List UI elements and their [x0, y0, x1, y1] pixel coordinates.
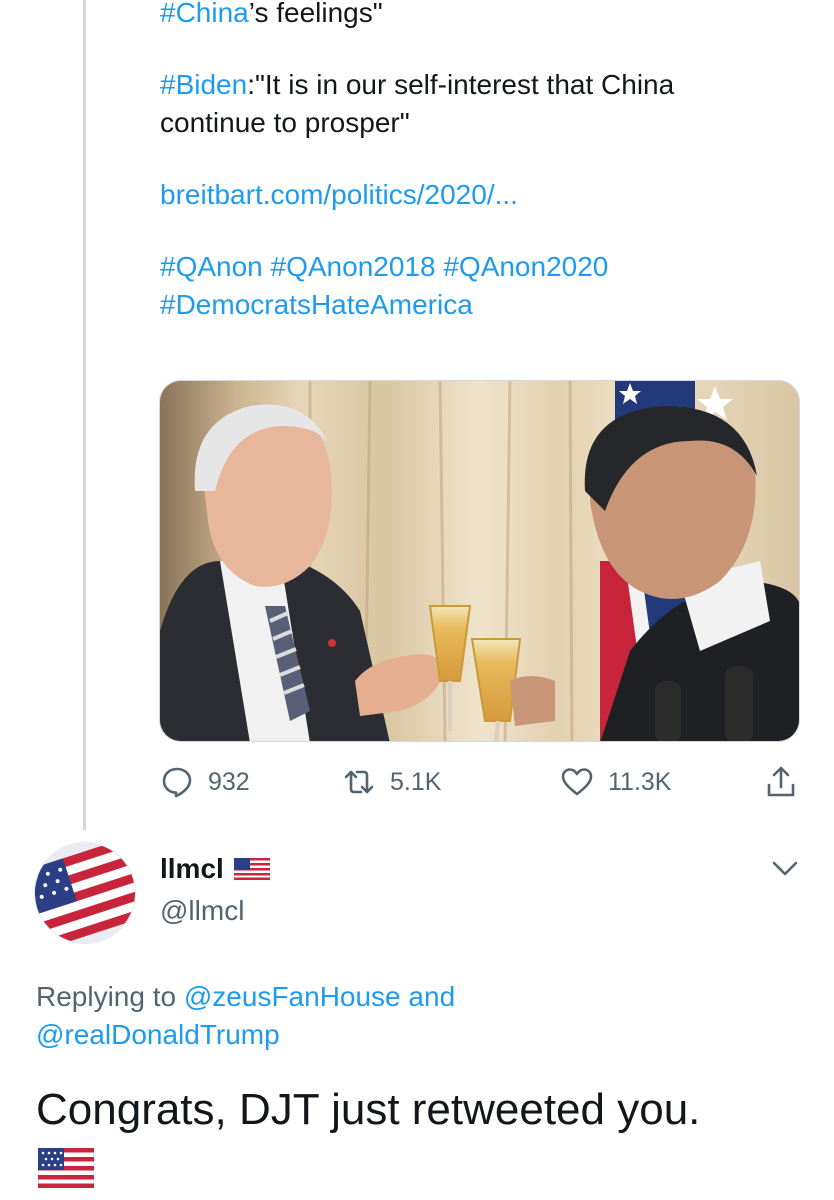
- hashtag-china[interactable]: #China: [160, 0, 249, 28]
- hashtag-biden[interactable]: #Biden: [160, 69, 247, 100]
- like-button[interactable]: 11.3K: [560, 760, 671, 804]
- replying-prefix: Replying to: [36, 981, 177, 1012]
- reply-bubble-icon: [162, 767, 192, 798]
- tweet-text-line-1: ’s feelings": [248, 0, 383, 28]
- hashtags-line-2[interactable]: #DemocratsHateAmerica: [160, 286, 810, 324]
- like-count: 11.3K: [608, 767, 672, 796]
- mention-zeusfanhouse[interactable]: @zeusFanHouse: [184, 981, 401, 1012]
- reply-count: 932: [208, 767, 250, 796]
- share-icon: [767, 766, 795, 797]
- replying-to: Replying to @zeusFanHouse and @realDonal…: [36, 978, 796, 1054]
- user-handle[interactable]: @llmcl: [160, 895, 244, 927]
- mention-realdonaldtrump[interactable]: @realDonaldTrump: [36, 1019, 280, 1050]
- chevron-down-icon[interactable]: [770, 857, 800, 879]
- tweet-text-line-3: continue to prosper": [160, 107, 410, 138]
- us-flag-emoji-icon: [38, 1148, 94, 1188]
- heart-icon: [561, 768, 593, 796]
- us-flag-icon: [233, 858, 270, 880]
- display-name: llmcl: [160, 853, 224, 884]
- share-button[interactable]: [764, 760, 798, 804]
- reply-author-name-row[interactable]: llmcl: [160, 853, 270, 885]
- retweet-icon: [344, 770, 374, 794]
- reply-button[interactable]: 932: [160, 760, 250, 804]
- photo-toast-illustration: [160, 381, 799, 741]
- tweet-photo[interactable]: [159, 380, 800, 742]
- avatar[interactable]: [34, 842, 136, 944]
- hashtags-line-1[interactable]: #QAnon #QAnon2018 #QAnon2020: [160, 248, 810, 286]
- retweet-button[interactable]: 5.1K: [342, 760, 441, 804]
- retweet-count: 5.1K: [390, 767, 442, 796]
- tweet-body: #China’s feelings" #Biden:"It is in our …: [160, 0, 810, 324]
- tweet-text-line-2: :"It is in our self-interest that China: [247, 69, 675, 100]
- thread-connector-line: [83, 0, 86, 830]
- replying-and: and: [408, 981, 456, 1012]
- tweet-actions: 932 5.1K 11.3K: [160, 760, 805, 804]
- reply-text: Congrats, DJT just retweeted you.: [36, 1085, 701, 1134]
- tweet-link[interactable]: breitbart.com/politics/2020/...: [160, 176, 810, 214]
- us-flag-avatar-icon: [35, 843, 135, 943]
